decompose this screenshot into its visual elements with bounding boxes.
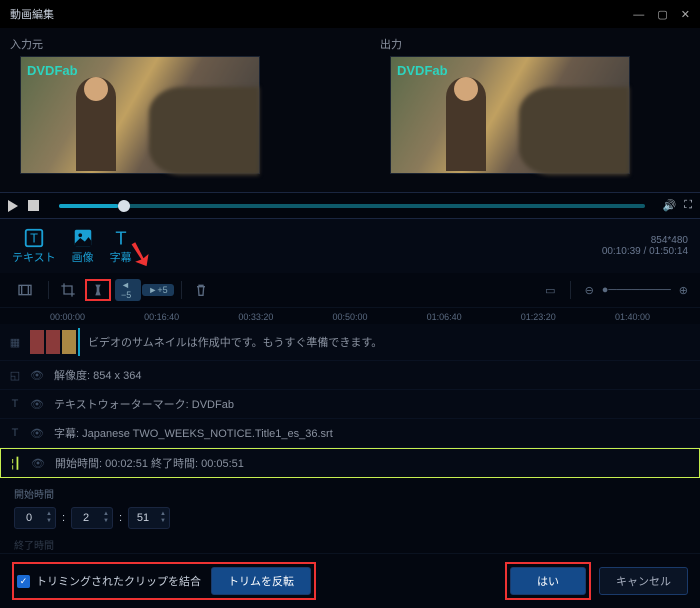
watermark-text: DVDFab <box>27 63 78 78</box>
track-label: 解像度: 854 x 364 <box>54 365 700 385</box>
time-display: 00:10:39 / 01:50:14 <box>602 246 688 257</box>
timeline-ruler[interactable]: 00:00:0000:16:4000:33:2000:50:0001:06:40… <box>0 308 700 324</box>
track-label: 開始時間: 00:02:51 終了時間: 00:05:51 <box>55 453 699 473</box>
ok-button[interactable]: はい <box>510 567 586 595</box>
end-time-label: 終了時間 <box>14 537 686 552</box>
text-icon: T <box>0 398 30 410</box>
tab-subtitle[interactable]: T 字幕 <box>110 227 132 265</box>
zoom-in-icon[interactable]: ⊕ <box>679 284 688 297</box>
watermark-text: DVDFab <box>397 63 448 78</box>
visibility-icon[interactable]: 👁 <box>31 457 55 470</box>
fit-icon[interactable]: ▭ <box>545 284 555 297</box>
delete-icon[interactable] <box>188 279 214 301</box>
merge-label: トリミングされたクリップを結合 <box>36 573 201 589</box>
track-label: 字幕: Japanese TWO_WEEKS_NOTICE.Title1_es_… <box>54 423 700 443</box>
minimize-button[interactable]: — <box>633 9 644 21</box>
tab-text-label: テキスト <box>12 249 56 265</box>
video-thumbnails <box>30 328 80 356</box>
visibility-icon[interactable]: 👁 <box>30 427 54 440</box>
source-label: 入力元 <box>10 36 320 52</box>
seek-slider[interactable] <box>59 204 645 208</box>
window-controls: — ▢ ✕ <box>623 8 690 21</box>
minutes-input[interactable] <box>72 508 100 528</box>
hours-input[interactable] <box>15 508 43 528</box>
skip-back-button[interactable]: ◄ −5 <box>115 279 141 301</box>
stop-button[interactable] <box>28 200 39 211</box>
maximize-button[interactable]: ▢ <box>657 9 667 21</box>
merge-checkbox[interactable]: ✓ <box>17 575 30 588</box>
crop-icon: ◱ <box>0 369 30 382</box>
seconds-stepper[interactable]: ▲▼ <box>128 507 170 529</box>
start-time-label: 開始時間 <box>14 486 686 501</box>
volume-icon[interactable]: 🔊 <box>663 199 677 212</box>
close-button[interactable]: ✕ <box>681 9 690 21</box>
play-button[interactable] <box>8 200 18 212</box>
skip-fwd-button[interactable]: ►+5 <box>145 279 171 301</box>
image-icon <box>72 227 94 249</box>
window-title: 動画編集 <box>10 6 54 22</box>
trim-tool-button[interactable] <box>85 279 111 301</box>
text-track[interactable]: T👁 テキストウォーターマーク: DVDFab <box>0 390 700 419</box>
cancel-button[interactable]: キャンセル <box>599 567 688 595</box>
trim-icon: ¦┃ <box>1 457 31 470</box>
subtitle-track[interactable]: T👁 字幕: Japanese TWO_WEEKS_NOTICE.Title1_… <box>0 419 700 448</box>
subtitle-icon: T <box>110 227 132 249</box>
hours-stepper[interactable]: ▲▼ <box>14 507 56 529</box>
track-message: ビデオのサムネイルは作成中です。もうすぐ準備できます。 <box>88 332 700 352</box>
video-track[interactable]: ▦ ビデオのサムネイルは作成中です。もうすぐ準備できます。 <box>0 324 700 361</box>
invert-trim-button[interactable]: トリムを反転 <box>211 567 311 595</box>
crop-icon[interactable] <box>55 279 81 301</box>
svg-text:T: T <box>30 231 38 246</box>
tab-image-label: 画像 <box>72 249 94 265</box>
tab-subtitle-label: 字幕 <box>110 249 132 265</box>
zoom-out-icon[interactable]: ⊖ <box>585 284 594 297</box>
tab-text[interactable]: T テキスト <box>12 227 56 265</box>
crop-track[interactable]: ◱👁 解像度: 854 x 364 <box>0 361 700 390</box>
film-icon: ▦ <box>0 336 30 349</box>
svg-text:T: T <box>115 227 126 248</box>
trim-track[interactable]: ¦┃👁 開始時間: 00:02:51 終了時間: 00:05:51 <box>0 448 700 478</box>
minutes-stepper[interactable]: ▲▼ <box>71 507 113 529</box>
resolution-display: 854*480 <box>602 235 688 246</box>
text-icon: T <box>23 227 45 249</box>
subtitle-icon: T <box>0 427 30 439</box>
tab-image[interactable]: 画像 <box>72 227 94 265</box>
visibility-icon[interactable]: 👁 <box>30 398 54 411</box>
zoom-dot: ●──────── <box>602 284 671 296</box>
output-label: 出力 <box>380 36 690 52</box>
output-preview: DVDFab <box>390 56 630 174</box>
track-label: テキストウォーターマーク: DVDFab <box>54 394 700 414</box>
fullscreen-icon[interactable]: ⛶ <box>684 199 692 212</box>
visibility-icon[interactable]: 👁 <box>30 369 54 382</box>
film-icon[interactable] <box>12 279 38 301</box>
seconds-input[interactable] <box>129 508 157 528</box>
source-preview: DVDFab <box>20 56 260 174</box>
